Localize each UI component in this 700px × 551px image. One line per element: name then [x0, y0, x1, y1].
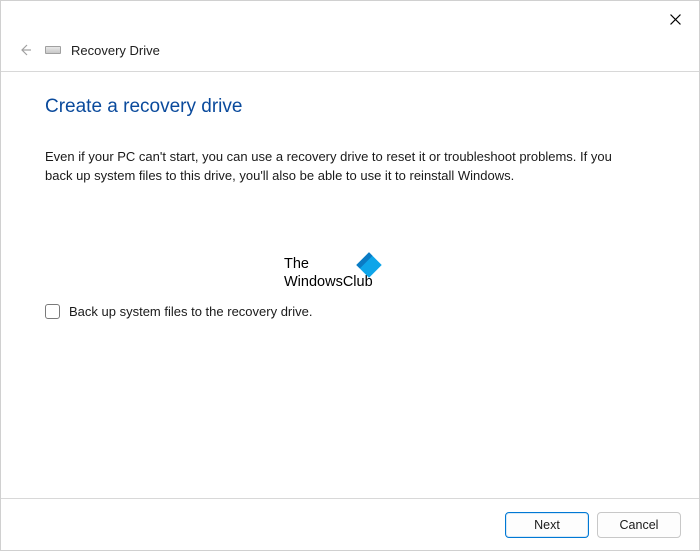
drive-icon	[45, 43, 63, 57]
backup-checkbox-label: Back up system files to the recovery dri…	[69, 304, 312, 319]
next-button[interactable]: Next	[505, 512, 589, 538]
close-button[interactable]	[655, 4, 695, 34]
titlebar	[1, 1, 699, 37]
back-arrow-icon	[17, 42, 33, 58]
backup-checkbox-row[interactable]: Back up system files to the recovery dri…	[45, 304, 655, 319]
header-row: Recovery Drive	[1, 37, 699, 71]
watermark-logo-icon	[360, 256, 378, 274]
cancel-button[interactable]: Cancel	[597, 512, 681, 538]
backup-checkbox[interactable]	[45, 304, 60, 319]
footer-bar: Next Cancel	[1, 498, 699, 550]
back-button[interactable]	[15, 40, 35, 60]
page-title: Create a recovery drive	[45, 96, 655, 118]
window-title: Recovery Drive	[71, 43, 160, 58]
close-icon	[670, 14, 681, 25]
description-text: Even if your PC can't start, you can use…	[45, 148, 635, 186]
